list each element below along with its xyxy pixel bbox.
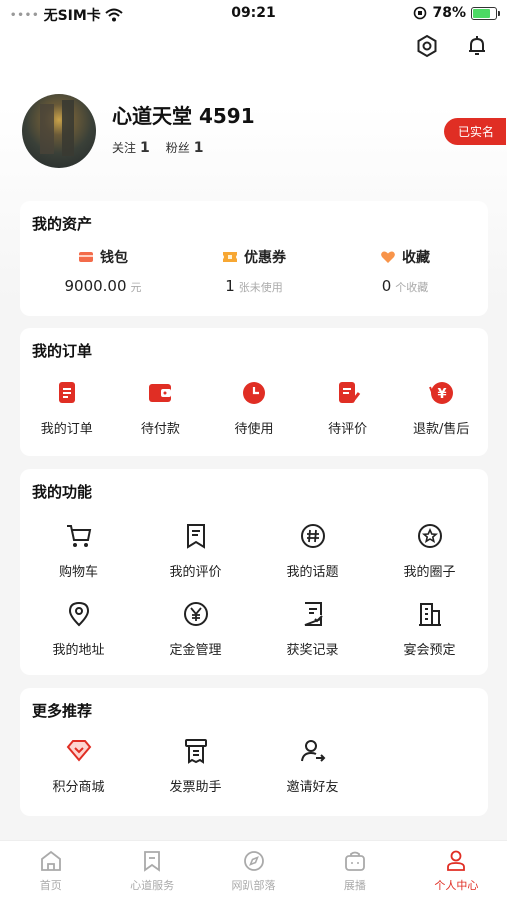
orders-card: 我的订单 我的订单 待付款 待使用 待评价 ¥ 退款/售后: [20, 328, 488, 456]
order-list-icon: [58, 382, 75, 403]
comment-doc-icon: [186, 524, 205, 549]
fans-stat[interactable]: 粉丝 1: [166, 139, 204, 156]
wallet-pay-icon: [149, 384, 172, 402]
tab-community[interactable]: 网趴部落: [203, 841, 304, 900]
invite-friends-item[interactable]: 邀请好友: [254, 736, 371, 795]
username[interactable]: 心道天堂 4591: [112, 100, 255, 129]
cart-icon: [66, 525, 91, 547]
tab-showcase[interactable]: 展播: [304, 841, 405, 900]
invoice-helper-item[interactable]: 发票助手: [137, 736, 254, 795]
tab-profile[interactable]: 个人中心: [406, 841, 507, 900]
profile-section: 心道天堂 4591 关注 1 粉丝 1 已实名: [22, 94, 506, 169]
star-circle-icon: [417, 524, 442, 548]
review-icon: [338, 382, 360, 403]
orders-title: 我的订单: [32, 342, 93, 360]
points-mall-item[interactable]: 积分商城: [20, 736, 137, 795]
diamond-icon: [66, 740, 91, 762]
compass-icon: [243, 851, 264, 871]
coupon-item[interactable]: 优惠券 1 张未使用: [179, 247, 329, 295]
svg-text:¥: ¥: [438, 387, 447, 402]
wallet-item[interactable]: 钱包 9000.00 元: [28, 247, 178, 295]
order-review-item[interactable]: 待评价: [301, 378, 395, 437]
hashtag-icon: [300, 524, 325, 548]
yen-circle-icon: [183, 602, 208, 626]
home-icon: [40, 850, 61, 871]
func-review-item[interactable]: 我的评价: [137, 521, 254, 580]
following-stat[interactable]: 关注 1: [112, 139, 150, 156]
func-topic-item[interactable]: 我的话题: [254, 521, 371, 580]
func-banquet-item[interactable]: 宴会预定: [371, 599, 488, 658]
recommend-card: 更多推荐 积分商城 发票助手 邀请好友: [20, 688, 488, 816]
tab-bar: 首页 心道服务 网趴部落 展播 个人中心: [0, 840, 507, 900]
award-list-icon: [304, 602, 323, 626]
order-refund-item[interactable]: ¥ 退款/售后: [394, 378, 488, 437]
location-pin-icon: [68, 601, 89, 627]
wallet-icon: [79, 252, 93, 262]
status-bar: •••• 无SIM卡 09:21 78%: [0, 0, 507, 28]
functions-title: 我的功能: [32, 483, 93, 501]
tab-services[interactable]: 心道服务: [101, 841, 202, 900]
settings-icon[interactable]: [415, 34, 439, 58]
coupon-icon: [223, 252, 237, 262]
bag-icon: [345, 851, 365, 871]
battery-percent: 78%: [432, 5, 466, 21]
avatar[interactable]: [22, 94, 96, 168]
assets-title: 我的资产: [32, 215, 93, 233]
func-circle-item[interactable]: 我的圈子: [371, 521, 488, 580]
func-award-item[interactable]: 获奖记录: [254, 599, 371, 658]
user-add-icon: [300, 740, 325, 762]
func-address-item[interactable]: 我的地址: [20, 599, 137, 658]
functions-card: 我的功能 购物车 我的评价 我的话题 我的圈子 我的地址 定金管理 获奖记录 宴…: [20, 469, 488, 675]
invoice-icon: [184, 739, 207, 764]
orientation-lock-icon: [414, 6, 427, 20]
assets-card: 我的资产 钱包 9000.00 元 优惠券 1 张未使用 收藏 0 个收藏: [20, 201, 488, 316]
refund-icon: ¥: [429, 382, 454, 404]
func-deposit-item[interactable]: 定金管理: [137, 599, 254, 658]
verified-badge[interactable]: 已实名: [443, 118, 506, 145]
order-unused-item[interactable]: 待使用: [207, 378, 301, 437]
order-unpaid-item[interactable]: 待付款: [114, 378, 208, 437]
func-cart-item[interactable]: 购物车: [20, 521, 137, 580]
battery-icon: [471, 6, 500, 20]
order-all-item[interactable]: 我的订单: [20, 378, 114, 437]
bookmark-icon: [144, 851, 161, 872]
tab-home[interactable]: 首页: [0, 841, 101, 900]
building-icon: [418, 603, 441, 626]
user-icon: [447, 850, 466, 871]
clock-icon: [242, 382, 265, 404]
recommend-title: 更多推荐: [32, 702, 93, 720]
favorites-item[interactable]: 收藏 0 个收藏: [330, 247, 480, 295]
heart-icon: [381, 251, 395, 263]
bell-icon[interactable]: [465, 34, 489, 58]
follow-stats: 关注 1 粉丝 1: [112, 139, 204, 156]
